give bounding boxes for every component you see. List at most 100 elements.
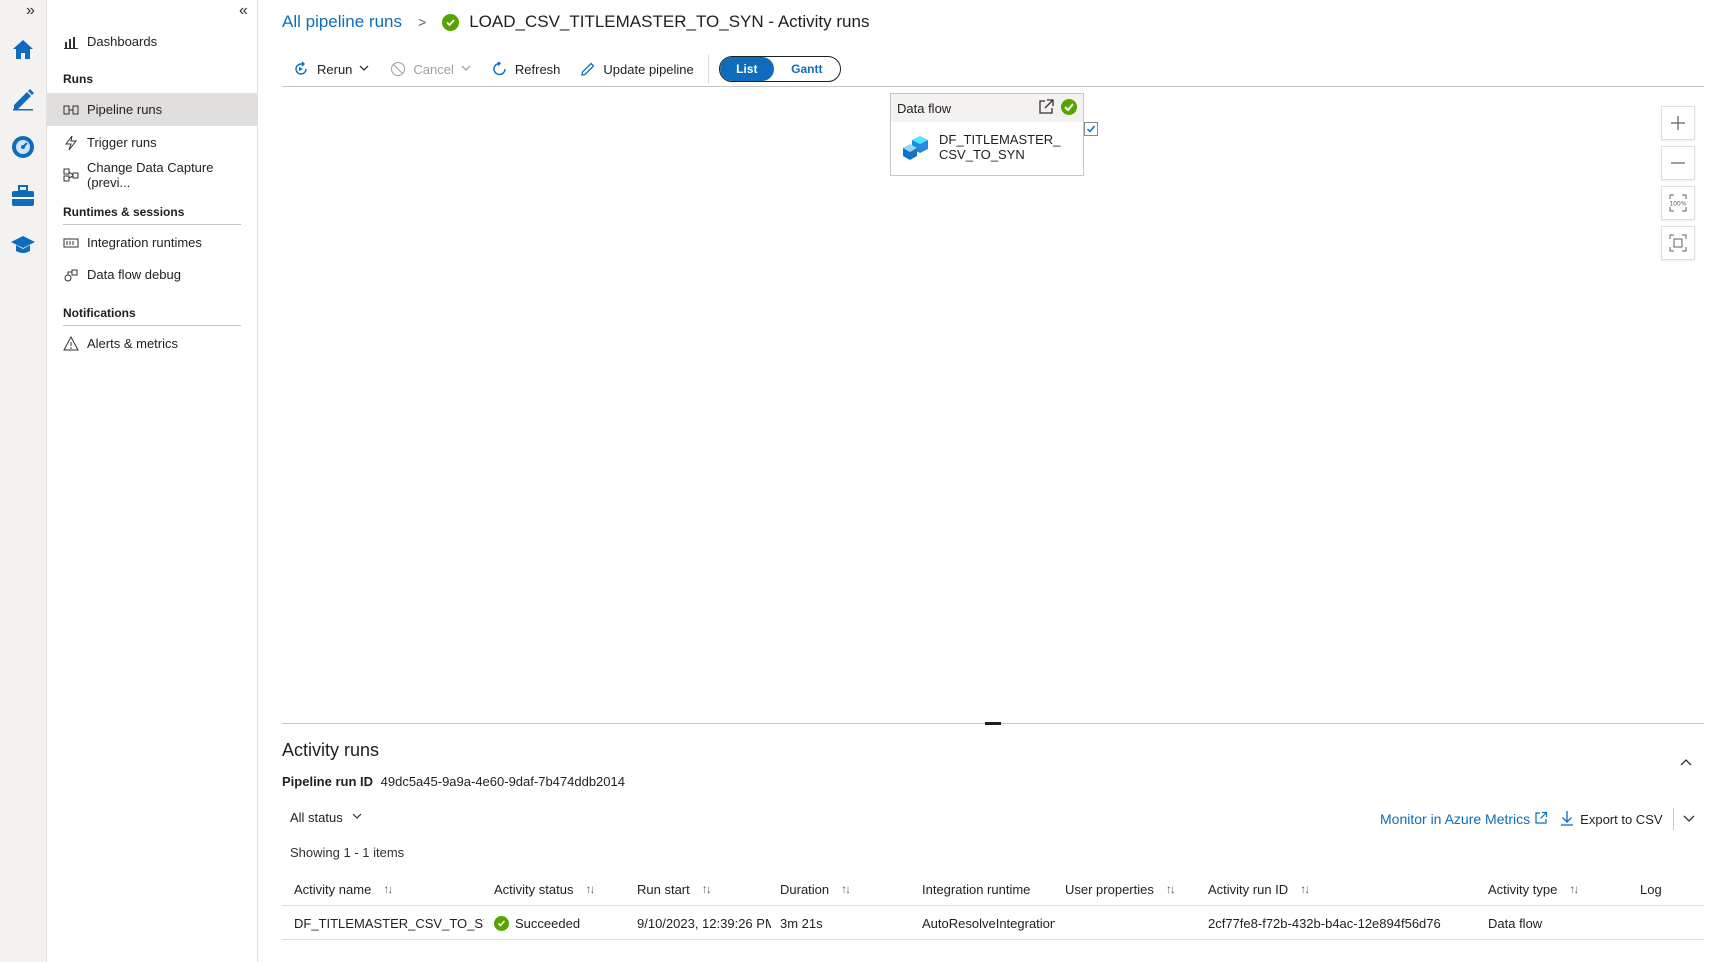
dataflow-debug-icon	[63, 267, 79, 283]
icon-rail: »	[0, 0, 47, 962]
divider	[1672, 808, 1674, 830]
column-label: Integration runtime	[922, 881, 1031, 897]
activity-checkbox[interactable]	[1084, 122, 1098, 136]
column-label: User properties	[1065, 881, 1154, 897]
sort-icon[interactable]: ↑↓	[383, 882, 391, 896]
pencil-icon	[580, 61, 596, 77]
items-count: Showing 1 - 1 items	[290, 845, 405, 860]
rerun-label: Rerun	[317, 61, 353, 77]
column-header-activity-status[interactable]: Activity status ↑↓	[494, 872, 593, 906]
open-external-icon[interactable]	[1037, 98, 1055, 119]
zoom-100-button[interactable]: 100%	[1661, 186, 1695, 220]
alert-icon	[63, 335, 79, 352]
column-label: Activity status	[494, 881, 574, 897]
fit-to-screen-button[interactable]	[1661, 226, 1695, 260]
cancel-icon	[390, 61, 406, 77]
nav-item-change-data-capture[interactable]: Change Data Capture (previ...	[47, 158, 258, 191]
cell-activity-name: DF_TITLEMASTER_CSV_TO_SYN	[294, 915, 484, 931]
column-header-log: Log	[1640, 872, 1662, 906]
status-text: Succeeded	[515, 915, 581, 931]
update-pipeline-button[interactable]: Update pipeline	[570, 54, 703, 84]
cancel-label: Cancel	[413, 61, 454, 77]
column-label: Run start	[637, 881, 690, 897]
zoom-100-icon: 100%	[1669, 194, 1687, 212]
column-header-duration[interactable]: Duration ↑↓	[780, 872, 849, 906]
cell-activity-status: Succeeded	[494, 906, 634, 940]
nav-item-integration-runtimes[interactable]: Integration runtimes	[47, 226, 258, 259]
cancel-button[interactable]: Cancel	[380, 54, 481, 84]
column-header-run-start[interactable]: Run start ↑↓	[637, 872, 710, 906]
table-row[interactable]: DF_TITLEMASTER_CSV_TO_SYN Succeeded 9/10…	[282, 906, 1704, 940]
activity-runs-table: Activity name ↑↓ Activity status ↑↓ Run st…	[282, 872, 1704, 940]
chevron-down-icon	[351, 810, 363, 825]
refresh-icon	[492, 61, 508, 77]
splitter-grip[interactable]	[985, 722, 1001, 725]
column-label: Activity name	[294, 881, 372, 897]
plus-icon	[1671, 116, 1685, 130]
nav-label: Dashboards	[87, 34, 158, 49]
sort-icon[interactable]: ↑↓	[1166, 882, 1174, 896]
column-header-activity-type[interactable]: Activity type ↑↓	[1488, 872, 1577, 906]
export-csv-button[interactable]: Export to CSV	[1560, 810, 1663, 829]
chevron-down-icon	[460, 62, 472, 77]
sort-icon[interactable]: ↑↓	[1300, 882, 1308, 896]
cell-integration-runtime: AutoResolveIntegrationRuntime	[922, 915, 1055, 931]
download-icon	[1560, 810, 1574, 829]
divider	[63, 325, 241, 326]
toolbar: Rerun Cancel Refresh Update pipeline Lis…	[282, 54, 841, 84]
nav-label: Trigger runs	[87, 135, 157, 150]
column-header-user-properties[interactable]: User properties ↑↓	[1065, 872, 1174, 906]
divider	[282, 86, 1704, 87]
nav-item-dashboards[interactable]: Dashboards	[47, 25, 258, 58]
nav-item-data-flow-debug[interactable]: Data flow debug	[47, 258, 258, 291]
section-notifications: Notifications	[63, 306, 136, 320]
cell-log[interactable]	[1640, 906, 1700, 940]
activity-node[interactable]: Data flow DF_TITLEMASTER_CSV_TO_SYN	[890, 93, 1084, 176]
zoom-in-button[interactable]	[1661, 106, 1695, 140]
sort-icon[interactable]: ↑↓	[1569, 882, 1577, 896]
pane-actions: Monitor in Azure Metrics Export to CSV	[1380, 808, 1696, 830]
trigger-icon	[63, 135, 79, 151]
column-header-activity-name[interactable]: Activity name ↑↓	[294, 872, 391, 906]
collapse-icon[interactable]: «	[239, 2, 248, 20]
refresh-button[interactable]: Refresh	[482, 54, 571, 84]
chevron-up-icon[interactable]	[1679, 756, 1693, 775]
cdc-icon	[63, 167, 79, 183]
column-label: Activity type	[1488, 881, 1558, 897]
chevron-down-icon[interactable]	[1682, 811, 1696, 828]
status-filter[interactable]: All status	[290, 810, 363, 825]
list-view-toggle[interactable]: List	[719, 57, 774, 81]
status-filter-label: All status	[290, 810, 343, 825]
nav-label: Data flow debug	[87, 267, 181, 282]
section-runs: Runs	[63, 72, 93, 86]
rerun-button[interactable]: Rerun	[282, 54, 380, 84]
monitor-azure-metrics-link[interactable]: Monitor in Azure Metrics	[1380, 811, 1548, 828]
cell-user-properties	[1065, 906, 1200, 940]
gantt-view-toggle[interactable]: Gantt	[774, 57, 840, 81]
author-pencil-icon[interactable]	[10, 85, 36, 111]
refresh-label: Refresh	[514, 61, 561, 77]
learn-cap-icon[interactable]	[10, 232, 36, 258]
expand-icon[interactable]: »	[26, 2, 35, 20]
sort-icon[interactable]: ↑↓	[841, 882, 849, 896]
manage-toolbox-icon[interactable]	[10, 183, 36, 209]
nav-label: Integration runtimes	[87, 235, 202, 250]
monitor-link-label: Monitor in Azure Metrics	[1380, 811, 1531, 827]
home-icon[interactable]	[10, 36, 36, 62]
nav-item-trigger-runs[interactable]: Trigger runs	[47, 126, 258, 159]
nav-label: Pipeline runs	[87, 102, 163, 117]
zoom-out-button[interactable]	[1661, 146, 1695, 180]
divider	[707, 54, 709, 84]
monitor-gauge-icon[interactable]	[10, 134, 36, 160]
cell-duration: 3m 21s	[780, 915, 823, 931]
cell-activity-run-id[interactable]: 2cf77fe8-f72b-432b-b4ac-12e894f56d76	[1208, 906, 1478, 940]
sort-icon[interactable]: ↑↓	[702, 882, 710, 896]
breadcrumb-separator: >	[418, 14, 427, 30]
sort-icon[interactable]: ↑↓	[585, 882, 593, 896]
breadcrumb-link-all-pipeline-runs[interactable]: All pipeline runs	[282, 12, 402, 32]
run-id-value: 49dc5a45-9a9a-4e60-9daf-7b474ddb2014	[380, 774, 625, 789]
nav-label: Alerts & metrics	[87, 336, 179, 351]
nav-item-pipeline-runs[interactable]: Pipeline runs	[47, 93, 258, 126]
column-header-activity-run-id[interactable]: Activity run ID ↑↓	[1208, 872, 1308, 906]
nav-item-alerts-metrics[interactable]: Alerts & metrics	[47, 327, 258, 360]
